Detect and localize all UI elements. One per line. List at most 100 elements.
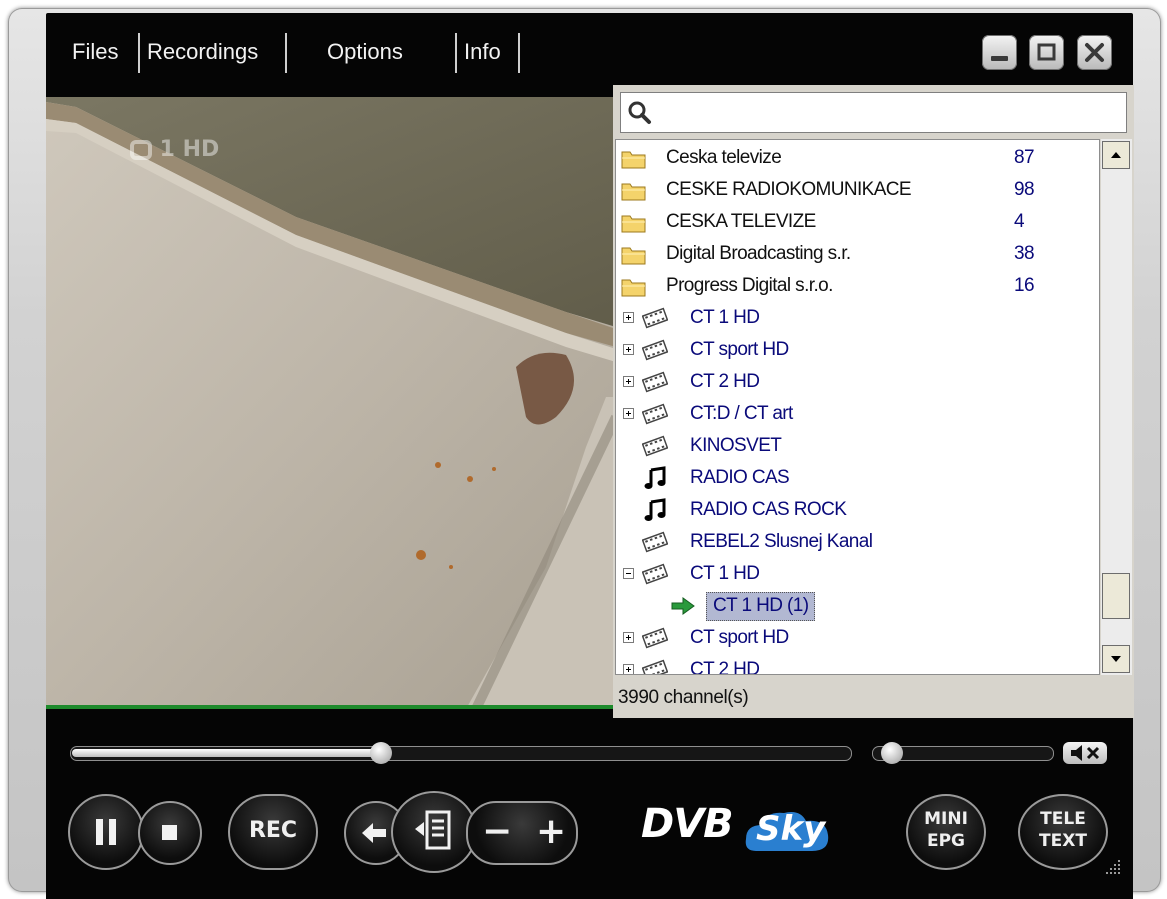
channel-label: CT 2 HD [690,371,760,392]
volume-adjust-buttons: − + [466,801,578,865]
folder-name: CESKA TELEVIZE [666,211,816,232]
volume-handle[interactable] [881,742,903,764]
seek-handle[interactable] [370,742,392,764]
menu-separator [518,33,520,73]
logo-sky-badge: Sky [742,805,832,857]
channel-list-scrollbar[interactable] [1101,139,1132,675]
record-button[interactable]: REC [228,794,318,870]
folder-count: 38 [1014,243,1035,264]
menu-options[interactable]: Options [327,39,403,65]
folder-name: Progress Digital s.r.o. [666,275,833,296]
channel-label: CT sport HD [690,627,789,648]
scroll-down-button[interactable] [1102,645,1130,673]
channel-label: CT:D / CT art [690,403,793,424]
folder-row[interactable]: Ceska televize 87 [616,142,1099,174]
channel-label: CT 2 HD [690,659,760,675]
channel-row[interactable]: RADIO CAS [616,462,1099,494]
channel-label: CT 1 HD [690,307,760,328]
folder-count: 87 [1014,147,1035,168]
channel-row[interactable]: REBEL2 Slusnej Kanal [616,526,1099,558]
channel-label: REBEL2 Slusnej Kanal [690,531,873,552]
player-window: Files Recordings Options Info 1 HD Ceska… [46,13,1134,899]
menu-bar: Files Recordings Options Info [46,13,1133,85]
channel-count-status: 3990 channel(s) [613,679,1134,718]
film-reel-icon [642,435,668,457]
menu-info[interactable]: Info [464,39,501,65]
selected-channel-label: CT 1 HD (1) [706,592,816,621]
channel-row[interactable]: CT:D / CT art [616,398,1099,430]
channel-row[interactable]: CT 2 HD [616,654,1099,675]
channel-row[interactable]: CT 2 HD [616,366,1099,398]
expand-icon[interactable] [623,376,634,387]
mute-button[interactable] [1063,742,1107,764]
minimize-button[interactable] [982,35,1017,70]
close-button[interactable] [1077,35,1112,70]
record-label: REC [248,818,298,843]
film-reel-icon [642,659,668,674]
volume-down-button[interactable]: − [482,811,512,852]
film-reel-icon [642,371,668,393]
menu-separator [285,33,287,73]
folder-icon [621,183,646,201]
expand-icon[interactable] [623,408,634,419]
teletext-label-line2: TEXT [1039,831,1087,851]
folder-icon [621,215,646,233]
expand-icon[interactable] [623,664,634,674]
mini-epg-button[interactable]: MINI EPG [906,794,986,870]
folder-name: CESKE RADIOKOMUNIKACE [666,179,912,200]
teletext-button[interactable]: TELE TEXT [1018,794,1108,870]
maximize-button[interactable] [1029,35,1064,70]
stop-icon [162,825,177,840]
volume-up-button[interactable]: + [536,811,566,852]
menu-separator [138,33,140,73]
channel-search[interactable] [620,92,1127,133]
folder-icon [621,247,646,265]
search-input[interactable] [657,97,1121,129]
channel-label: CT sport HD [690,339,789,360]
channel-tree[interactable]: Ceska televize 87 CESKE RADIOKOMUNIKACE … [615,139,1100,675]
logo-dvb-text: DVB [641,801,734,847]
current-channel-arrow-icon [671,597,695,615]
film-reel-icon [642,627,668,649]
folder-name: Ceska televize [666,147,782,168]
channel-row[interactable]: RADIO CAS ROCK [616,494,1099,526]
channel-label: RADIO CAS ROCK [690,499,847,520]
channel-list-button[interactable] [391,791,477,873]
music-note-icon [644,498,666,521]
channel-row[interactable]: CT 1 HD [616,558,1099,590]
expand-icon[interactable] [623,632,634,643]
channel-row[interactable]: CT 1 HD (1) [616,590,1099,622]
channel-row[interactable]: CT sport HD [616,334,1099,366]
stop-button[interactable] [138,801,202,865]
dvbsky-logo: DVB [641,801,734,847]
close-icon [1085,43,1104,62]
expand-icon[interactable] [623,312,634,323]
channel-count-text: 3990 channel(s) [618,687,749,708]
folder-row[interactable]: Digital Broadcasting s.r. 38 [616,238,1099,270]
menu-files[interactable]: Files [72,39,118,65]
scroll-up-button[interactable] [1102,141,1130,169]
folder-name: Digital Broadcasting s.r. [666,243,851,264]
channel-row[interactable]: CT sport HD [616,622,1099,654]
pause-icon [96,819,116,845]
channel-list-panel: Ceska televize 87 CESKE RADIOKOMUNIKACE … [613,85,1134,718]
folder-row[interactable]: CESKE RADIOKOMUNIKACE 98 [616,174,1099,206]
folder-row[interactable]: CESKA TELEVIZE 4 [616,206,1099,238]
collapse-icon[interactable] [623,568,634,579]
folder-count: 98 [1014,179,1035,200]
resize-grip-icon[interactable] [1104,858,1122,876]
channel-row[interactable]: CT 1 HD [616,302,1099,334]
pause-button[interactable] [68,794,144,870]
search-icon [628,101,651,124]
menu-recordings[interactable]: Recordings [147,39,258,65]
expand-icon[interactable] [623,344,634,355]
scroll-thumb[interactable] [1102,573,1130,619]
seek-bar[interactable] [70,746,852,761]
folder-icon [621,279,646,297]
channel-label: KINOSVET [690,435,782,456]
video-view[interactable]: 1 HD [46,97,616,709]
folder-row[interactable]: Progress Digital s.r.o. 16 [616,270,1099,302]
channel-row[interactable]: KINOSVET [616,430,1099,462]
channel-label: CT 1 HD [690,563,760,584]
music-note-icon [644,466,666,489]
